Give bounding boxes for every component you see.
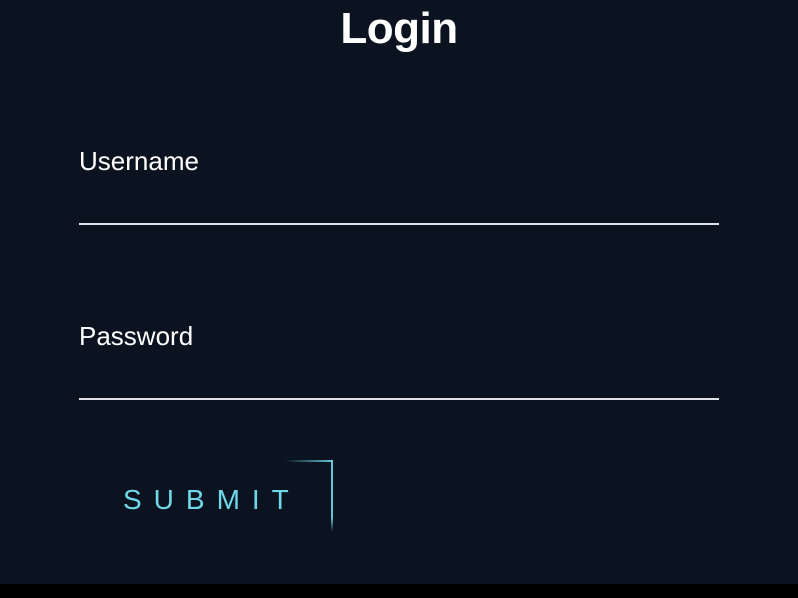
- password-label: Password: [79, 321, 719, 352]
- page-title: Login: [0, 0, 798, 54]
- password-input[interactable]: [79, 366, 719, 400]
- submit-container: SUBMIT: [115, 460, 329, 524]
- username-field-group: Username: [79, 146, 719, 225]
- bottom-bar: [0, 584, 798, 598]
- password-field-group: Password: [79, 321, 719, 400]
- submit-button[interactable]: SUBMIT: [115, 460, 329, 524]
- username-input[interactable]: [79, 191, 719, 225]
- login-form: Username Password: [79, 54, 719, 400]
- username-label: Username: [79, 146, 719, 177]
